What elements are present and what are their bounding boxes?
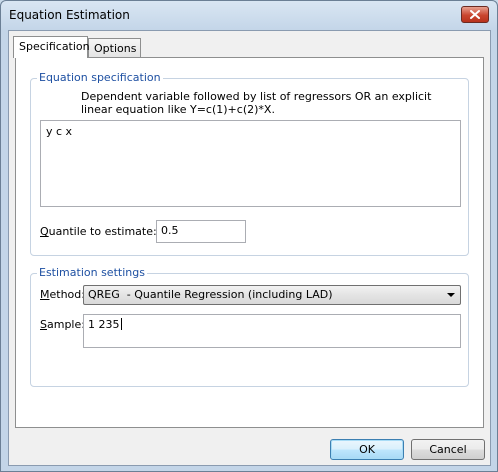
window-title: Equation Estimation (9, 8, 130, 22)
text-caret (120, 318, 122, 330)
equation-specification-group: Equation specification Dependent variabl… (30, 71, 469, 256)
equation-estimation-window: Equation Estimation Specification Option… (0, 0, 498, 472)
method-selected-value: QREG - Quantile Regression (including LA… (88, 288, 333, 301)
close-icon (470, 10, 480, 19)
estimation-settings-label: Estimation settings (37, 266, 147, 280)
sample-label: Sample: (40, 318, 85, 331)
method-label: Method: (40, 288, 85, 301)
tab-options[interactable]: Options (88, 38, 141, 58)
tab-specification[interactable]: Specification (13, 36, 90, 58)
specification-panel: Equation specification Dependent variabl… (15, 57, 484, 428)
sample-input[interactable]: 1 235 (83, 314, 461, 348)
equation-textarea[interactable]: y c x (40, 120, 461, 207)
title-bar[interactable]: Equation Estimation (1, 1, 497, 30)
equation-description-line1: Dependent variable followed by list of r… (81, 90, 432, 103)
quantile-input[interactable]: 0.5 (156, 220, 246, 243)
method-select[interactable]: QREG - Quantile Regression (including LA… (83, 285, 461, 305)
cancel-button[interactable]: Cancel (411, 439, 485, 460)
close-button[interactable] (461, 6, 489, 23)
dialog-client-area: Specification Options Equation specifica… (8, 30, 491, 466)
quantile-label: Quantile to estimate: (40, 225, 157, 238)
estimation-settings-group: Estimation settings Method: QREG - Quant… (30, 266, 469, 387)
chevron-down-icon (447, 293, 455, 297)
ok-button[interactable]: OK (330, 439, 404, 460)
equation-specification-label: Equation specification (37, 71, 163, 85)
equation-description-line2: linear equation like Y=c(1)+c(2)*X. (81, 103, 275, 116)
